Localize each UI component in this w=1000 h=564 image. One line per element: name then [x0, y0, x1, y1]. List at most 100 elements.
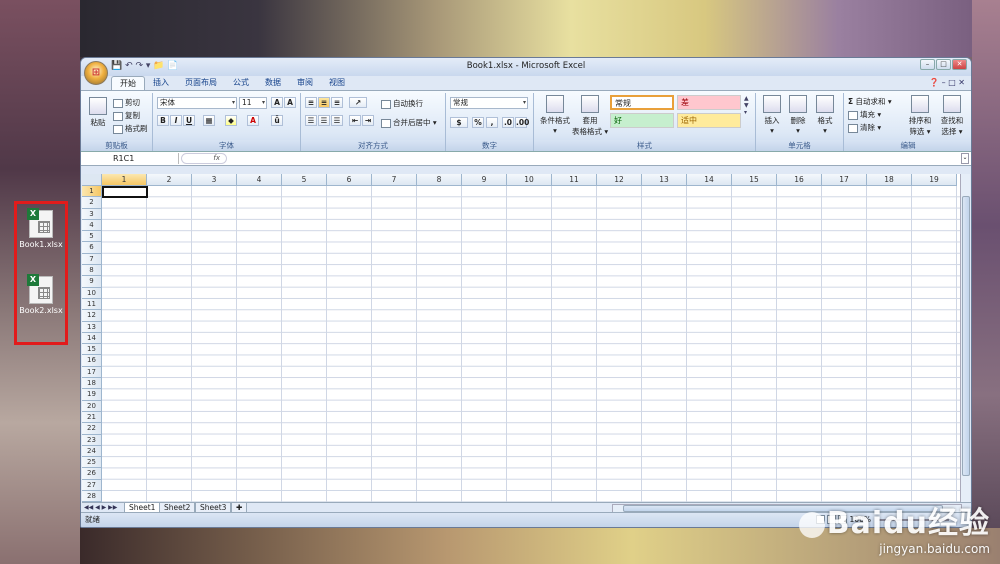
style-bad[interactable]: 差	[677, 95, 741, 110]
row-header[interactable]: 9	[82, 276, 102, 288]
cell-area[interactable]	[102, 186, 960, 502]
column-header[interactable]: 7	[372, 174, 417, 186]
help-icon[interactable]: ❓ – □ ✕	[929, 78, 965, 87]
tab-data[interactable]: 数据	[257, 76, 289, 90]
column-header[interactable]: 3	[192, 174, 237, 186]
row-header[interactable]: 2	[82, 197, 102, 209]
orientation-button[interactable]: ↗	[349, 97, 367, 108]
column-header[interactable]: 17	[822, 174, 867, 186]
format-cells-button[interactable]: 格式 ▾	[813, 95, 837, 135]
column-header[interactable]: 10	[507, 174, 552, 186]
fill-color-button[interactable]: ◆	[225, 115, 237, 126]
column-header[interactable]: 4	[237, 174, 282, 186]
tab-formulas[interactable]: 公式	[225, 76, 257, 90]
shrink-font-button[interactable]: A	[284, 97, 296, 108]
expand-formula-bar-button[interactable]: ⌄	[961, 153, 969, 164]
column-header[interactable]: 15	[732, 174, 777, 186]
column-header[interactable]: 9	[462, 174, 507, 186]
bold-button[interactable]: B	[157, 115, 169, 126]
grow-font-button[interactable]: A	[271, 97, 283, 108]
sheet-nav-arrows[interactable]: ◀◀ ◀ ▶ ▶▶	[84, 504, 117, 511]
select-all-button[interactable]	[82, 174, 102, 186]
format-as-table-button[interactable]: 套用 表格格式 ▾	[572, 95, 608, 137]
row-header[interactable]: 19	[82, 389, 102, 401]
increase-indent-button[interactable]: ⇥	[362, 115, 374, 126]
column-header[interactable]: 14	[687, 174, 732, 186]
fx-button[interactable]: fx	[181, 153, 227, 164]
row-header[interactable]: 22	[82, 423, 102, 435]
column-header[interactable]: 12	[597, 174, 642, 186]
row-header[interactable]: 28	[82, 491, 102, 502]
worksheet-grid[interactable]: 1 2 3 4 5 6 7 8 9 10 11 12 13 14 15 16 17 18 19 1234567891…	[82, 174, 960, 502]
row-header[interactable]: 18	[82, 378, 102, 390]
row-header[interactable]: 3	[82, 208, 102, 220]
currency-button[interactable]: $	[450, 117, 468, 128]
column-header[interactable]: 2	[147, 174, 192, 186]
row-header[interactable]: 8	[82, 265, 102, 277]
row-header[interactable]: 17	[82, 366, 102, 379]
underline-button[interactable]: U	[183, 115, 195, 126]
percent-button[interactable]: %	[472, 117, 484, 128]
row-header[interactable]: 27	[82, 479, 102, 492]
tab-review[interactable]: 审阅	[289, 76, 321, 90]
font-name-select[interactable]: 宋体	[157, 97, 237, 109]
wrap-text-button[interactable]: 自动换行	[381, 98, 423, 109]
sort-filter-button[interactable]: 排序和 筛选 ▾	[906, 95, 934, 137]
align-bottom-button[interactable]: ≡	[331, 97, 343, 108]
row-header[interactable]: 26	[82, 468, 102, 480]
row-header[interactable]: 1	[82, 186, 102, 198]
decrease-decimal-button[interactable]: .00	[515, 117, 529, 128]
column-header[interactable]: 8	[417, 174, 462, 186]
align-right-button[interactable]: ☰	[331, 115, 343, 126]
row-header[interactable]: 11	[82, 298, 102, 311]
row-header[interactable]: 23	[82, 434, 102, 446]
row-header[interactable]: 15	[82, 344, 102, 356]
name-box[interactable]: R1C1	[83, 153, 179, 164]
font-color-button[interactable]: A	[247, 115, 259, 126]
fill-button[interactable]: 填充 ▾	[848, 109, 881, 120]
format-painter-button[interactable]: 格式刷	[113, 123, 148, 134]
row-header[interactable]: 16	[82, 355, 102, 367]
align-left-button[interactable]: ☰	[305, 115, 317, 126]
minimize-button[interactable]: –	[920, 59, 935, 70]
column-header[interactable]: 5	[282, 174, 327, 186]
styles-scroll-icon[interactable]: ▲ ▼ ▾	[744, 95, 749, 116]
column-header[interactable]: 16	[777, 174, 822, 186]
borders-button[interactable]: ▦	[203, 115, 215, 126]
conditional-format-button[interactable]: 条件格式 ▾	[538, 95, 572, 135]
number-format-select[interactable]: 常规	[450, 97, 528, 109]
insert-cells-button[interactable]: 插入 ▾	[760, 95, 784, 135]
tab-page-layout[interactable]: 页面布局	[177, 76, 225, 90]
font-size-select[interactable]: 11	[239, 97, 267, 109]
style-good[interactable]: 好	[610, 113, 674, 128]
phonetic-button[interactable]: ǖ	[271, 115, 283, 126]
comma-button[interactable]: ,	[486, 117, 498, 128]
column-header[interactable]: 6	[327, 174, 372, 186]
increase-decimal-button[interactable]: .0	[502, 117, 514, 128]
row-header[interactable]: 25	[82, 457, 102, 469]
decrease-indent-button[interactable]: ⇤	[349, 115, 361, 126]
column-header[interactable]: 1	[102, 174, 147, 186]
find-select-button[interactable]: 查找和 选择 ▾	[938, 95, 966, 137]
row-header[interactable]: 10	[82, 287, 102, 299]
row-header[interactable]: 21	[82, 411, 102, 424]
vertical-scrollbar[interactable]	[960, 174, 970, 502]
align-center-button[interactable]: ☰	[318, 115, 330, 126]
row-header[interactable]: 12	[82, 310, 102, 322]
column-header[interactable]: 18	[867, 174, 912, 186]
row-header[interactable]: 4	[82, 219, 102, 232]
column-header[interactable]: 11	[552, 174, 597, 186]
align-middle-button[interactable]: ≡	[318, 97, 330, 108]
tab-view[interactable]: 视图	[321, 76, 353, 90]
column-header[interactable]: 19	[912, 174, 957, 186]
style-normal[interactable]: 常规	[610, 95, 674, 110]
row-header[interactable]: 6	[82, 242, 102, 254]
italic-button[interactable]: I	[170, 115, 182, 126]
tab-home[interactable]: 开始	[111, 76, 145, 90]
align-top-button[interactable]: ≡	[305, 97, 317, 108]
merge-center-button[interactable]: 合并后居中 ▾	[381, 117, 437, 128]
cut-button[interactable]: 剪切	[113, 97, 140, 108]
clear-button[interactable]: 清除 ▾	[848, 122, 881, 133]
office-button[interactable]: ⊞	[84, 61, 108, 85]
paste-button[interactable]: 粘贴	[87, 97, 109, 128]
